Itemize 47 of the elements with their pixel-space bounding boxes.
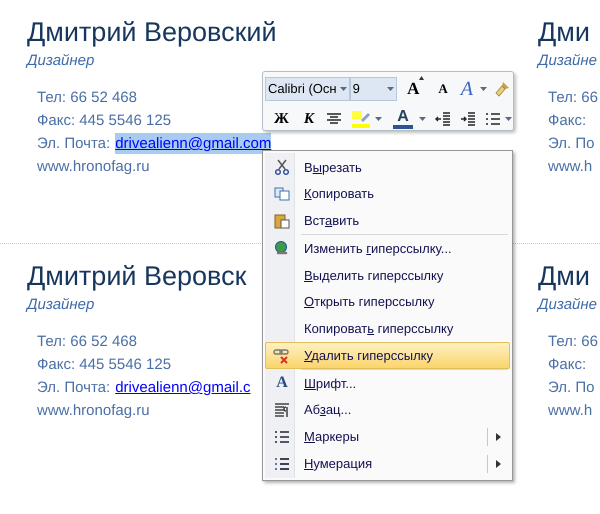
bold-button[interactable]: Ж [271,108,292,130]
email-label: Эл. Почта: [37,378,110,398]
menu-item[interactable]: A Шрифт... [265,370,510,397]
contact-line: www.hronofag.ru [37,157,150,177]
menu-item[interactable]: Маркеры [265,423,510,450]
grow-font-button[interactable]: A [403,76,428,102]
menu-item[interactable]: Абзац... [265,396,510,424]
shrink-font-button[interactable]: A [434,79,452,99]
contact-line: Тел: 66 [548,88,598,108]
contact-line: Эл. По [548,134,594,154]
contact-line: www.h [548,157,592,177]
contact-line: Факс: 445 5546 125 [37,111,172,131]
menu-item[interactable]: Изменить гиперссылку... [265,235,510,262]
menu-item[interactable]: Выделить гиперссылку [265,262,510,289]
menu-item[interactable]: Копировать гиперссылку [265,315,510,342]
contact-line: Факс: [548,355,586,375]
job-title: Дизайне [538,51,597,71]
contact-line: www.hronofag.ru [37,401,150,421]
font-color-button[interactable]: A [391,109,416,130]
contact-line: Факс: [548,111,586,131]
italic-button[interactable]: К [300,108,318,130]
contact-line: Факс: 445 5546 125 [37,355,172,375]
person-name: Дми [538,16,590,49]
contact-line: Эл. По [548,378,594,398]
menu-item[interactable]: Открыть гиперссылку [265,288,510,316]
job-title: Дизайнер [27,51,94,71]
contact-line: Тел: 66 52 468 [37,332,137,352]
font-name-dropdown[interactable]: Calibri (Осн [265,77,350,101]
menu-item[interactable]: Удалить гиперссылку [265,342,510,369]
job-title: Дизайне [538,295,597,315]
menu-item[interactable]: Вставить [265,208,510,234]
menu-item[interactable]: Копировать [265,180,510,208]
email-label: Эл. Почта: [37,134,110,154]
person-name: Дмитрий Веровск [27,260,246,293]
styles-button[interactable]: A [458,74,476,104]
person-name: Дмитрий Веровский [27,16,277,49]
font-size-dropdown[interactable]: 9 [350,77,398,101]
menu-item[interactable]: Нумерация [265,450,510,477]
person-name: Дми [538,260,590,293]
email-link[interactable]: drivealienn@gmail.com [115,133,272,154]
contact-line: Тел: 66 52 468 [37,88,137,108]
email-link[interactable]: drivealienn@gmail.c [115,377,250,398]
contact-line: www.h [548,401,592,421]
contact-line: Тел: 66 [548,332,598,352]
job-title: Дизайнер [27,295,94,315]
font-icon: A [276,375,288,392]
menu-item[interactable]: Вырезать [265,154,510,181]
